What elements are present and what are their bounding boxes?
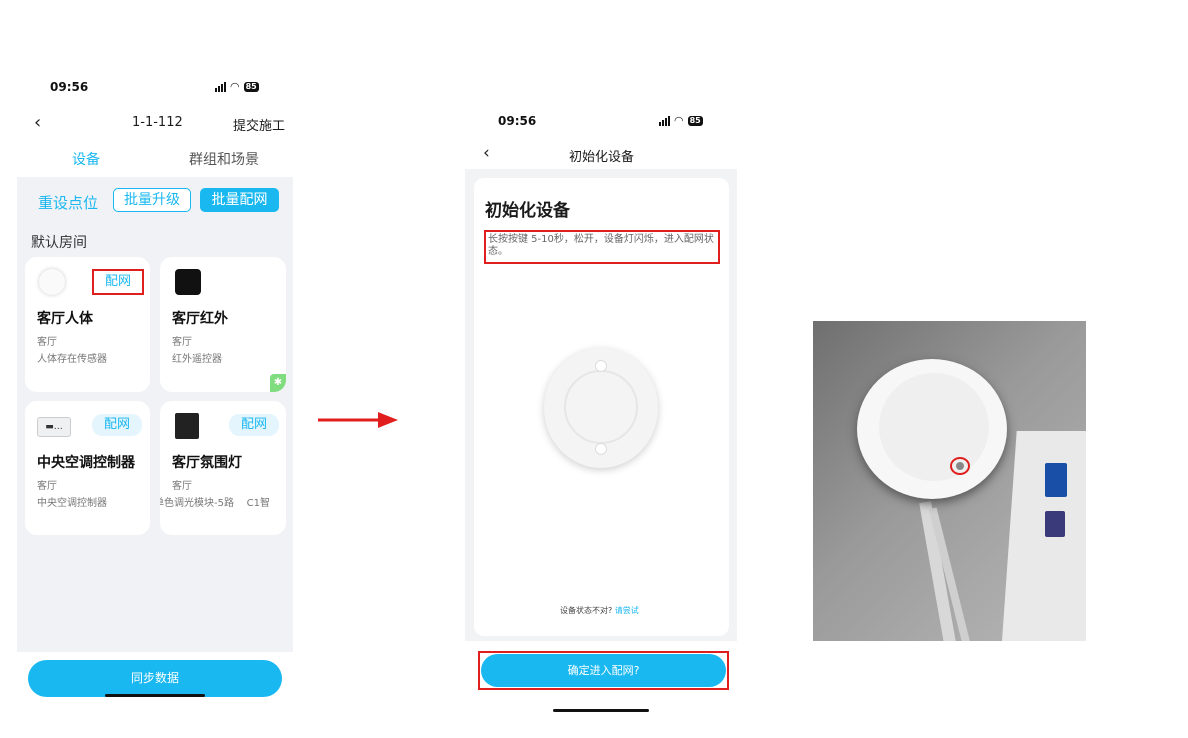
device-list-area: 重设点位 批量升级 批量配网 默认房间 配网 客厅人体 客厅 人体存在传感器 客… — [17, 177, 293, 652]
device-card[interactable]: 配网 客厅氛围灯 客厅 单色调光模块-5路 C1智 — [160, 401, 286, 535]
battery-icon: 85 — [243, 81, 259, 92]
device-photo — [813, 321, 1086, 641]
device-name: 中央空调控制器 — [37, 455, 135, 471]
device-name: 客厅人体 — [37, 311, 93, 327]
device-button-dot — [595, 360, 607, 372]
batch-upgrade-button[interactable]: 批量升级 — [113, 188, 191, 212]
confirm-pair-button[interactable]: 确定进入配网? — [481, 654, 726, 687]
reset-button-highlight — [950, 457, 970, 475]
dimmer-module-icon — [175, 413, 199, 439]
reset-position-button[interactable]: 重设点位 — [38, 192, 98, 213]
tab-groups-scenes[interactable]: 群组和场景 — [189, 149, 259, 169]
hint-link[interactable]: 请尝试 — [615, 606, 639, 615]
init-content-area: 初始化设备 长按按键 5-10秒，松开，设备灯闪烁，进入配网状态。 设备状态不对… — [465, 169, 737, 641]
page-title: 初始化设备 — [569, 150, 635, 165]
device-illustration — [544, 348, 658, 468]
submit-button[interactable]: 提交施工 — [233, 115, 285, 134]
device-card[interactable]: 客厅红外 客厅 红外遥控器 ✱ — [160, 257, 286, 392]
left-phone-screen: 09:56 ◠ 85 ‹ 1-1-112 提交施工 设备 群组和场景 重设点位 … — [17, 62, 293, 712]
ir-remote-icon — [175, 269, 201, 295]
back-icon[interactable]: ‹ — [34, 112, 41, 133]
middle-phone-screen: 09:56 ◠ 85 ‹ 初始化设备 初始化设备 长按按键 5-10秒，松开，设… — [465, 103, 737, 718]
device-room: 客厅 — [172, 337, 192, 348]
hint-line: 设备状态不对? 请尝试 — [560, 605, 639, 616]
pair-button[interactable]: 配网 — [92, 414, 142, 436]
device-room: 客厅 — [172, 481, 192, 492]
device-type: 人体存在传感器 — [37, 354, 107, 365]
home-indicator — [553, 709, 649, 712]
device-name: 客厅红外 — [172, 311, 228, 327]
device-type: 红外遥控器 — [172, 354, 222, 365]
hint-text: 设备状态不对? — [560, 606, 613, 615]
arrow-right-icon — [318, 412, 398, 428]
device-type: 单色调光模块-5路 C1智 — [160, 498, 271, 509]
page-title: 1-1-112 — [132, 115, 183, 130]
sensor-face — [879, 373, 989, 481]
status-time: 09:56 — [498, 114, 537, 128]
signal-icon — [215, 81, 226, 92]
signal-icon — [659, 115, 670, 126]
instruction-highlight: 长按按键 5-10秒，松开，设备灯闪烁，进入配网状态。 — [484, 230, 720, 264]
init-card: 初始化设备 长按按键 5-10秒，松开，设备灯闪烁，进入配网状态。 设备状态不对… — [474, 178, 729, 636]
status-icons: ◠ 85 — [659, 114, 703, 127]
device-button-dot — [595, 443, 607, 455]
device-type: 中央空调控制器 — [37, 498, 107, 509]
device-ring — [564, 370, 638, 444]
wifi-icon: ◠ — [674, 114, 684, 127]
home-indicator — [105, 694, 205, 697]
reset-button — [956, 462, 964, 470]
room-label: 默认房间 — [31, 235, 87, 251]
sensor-device — [857, 359, 1007, 499]
pair-button[interactable]: 配网 — [229, 414, 279, 436]
battery-icon: 85 — [687, 115, 703, 126]
back-icon[interactable]: ‹ — [483, 143, 490, 163]
status-icons: ◠ 85 — [215, 80, 259, 93]
device-room: 客厅 — [37, 481, 57, 492]
sticker-icon — [1045, 463, 1067, 497]
device-name: 客厅氛围灯 — [172, 455, 242, 471]
presence-sensor-icon — [39, 269, 65, 295]
batch-pair-button[interactable]: 批量配网 — [200, 188, 279, 212]
sticker-icon — [1045, 511, 1065, 537]
ac-controller-icon: ▬… — [37, 417, 71, 437]
instruction-text: 长按按键 5-10秒，松开，设备灯闪烁，进入配网状态。 — [488, 234, 714, 257]
sync-data-button[interactable]: 同步数据 — [28, 660, 282, 697]
status-time: 09:56 — [50, 80, 89, 94]
device-card[interactable]: ▬… 配网 中央空调控制器 客厅 中央空调控制器 — [25, 401, 150, 535]
bluetooth-icon: ✱ — [270, 374, 286, 392]
confirm-highlight: 确定进入配网? — [478, 651, 729, 690]
wifi-icon: ◠ — [230, 80, 240, 93]
device-card[interactable]: 配网 客厅人体 客厅 人体存在传感器 — [25, 257, 150, 392]
pair-button[interactable]: 配网 — [92, 269, 144, 295]
device-room: 客厅 — [37, 337, 57, 348]
card-title: 初始化设备 — [485, 201, 570, 221]
tab-devices[interactable]: 设备 — [72, 149, 100, 169]
laptop-body — [1001, 431, 1086, 641]
